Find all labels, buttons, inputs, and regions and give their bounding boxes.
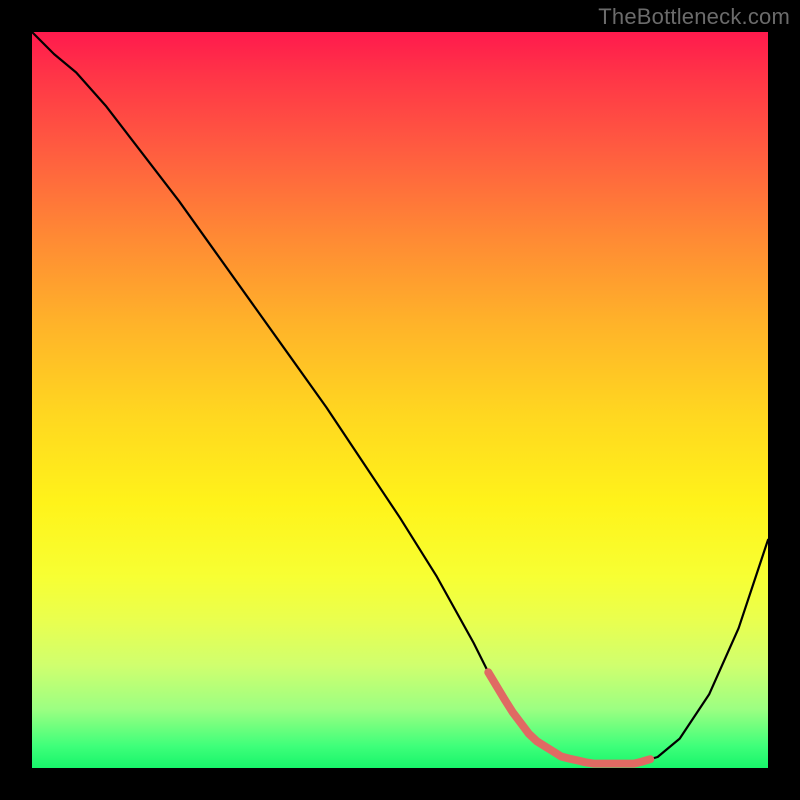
chart-frame: TheBottleneck.com bbox=[0, 0, 800, 800]
watermark-text: TheBottleneck.com bbox=[598, 4, 790, 30]
valley-band bbox=[488, 672, 650, 763]
plot-area bbox=[32, 32, 768, 768]
curve-line bbox=[32, 32, 768, 764]
chart-svg bbox=[32, 32, 768, 768]
